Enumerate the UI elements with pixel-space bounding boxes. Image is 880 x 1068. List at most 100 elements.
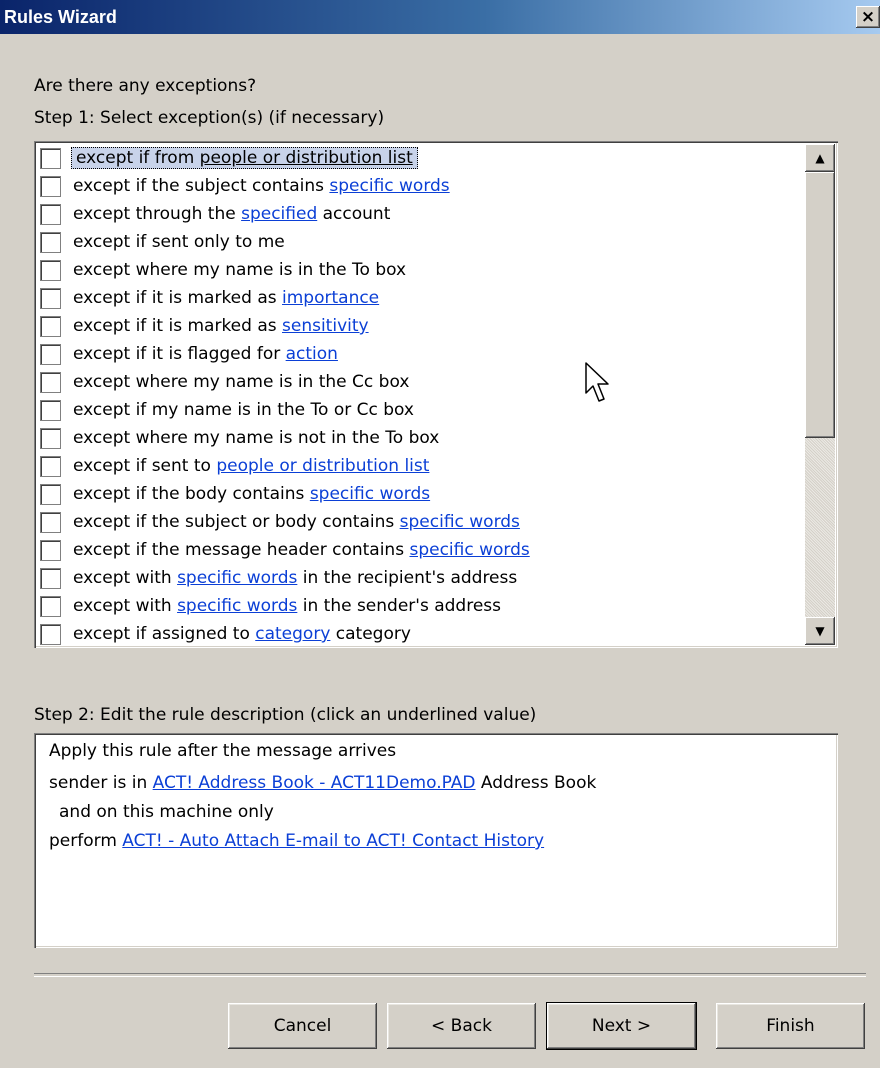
step2-label: Step 2: Edit the rule description (click… (34, 705, 537, 725)
exception-item[interactable]: except if assigned to category category (38, 620, 802, 648)
exceptions-list[interactable]: except if from people or distribution li… (34, 141, 838, 648)
exception-checkbox[interactable] (40, 315, 61, 337)
exception-item[interactable]: except with specific words in the sender… (38, 592, 802, 620)
exception-label: except if the subject contains specific … (73, 176, 450, 196)
exception-text: except if the subject contains (73, 176, 330, 196)
exception-label: except if from people or distribution li… (71, 147, 418, 169)
exception-text: except if sent to (73, 456, 217, 476)
exception-value-link[interactable]: specified (241, 204, 317, 224)
description-line-1: Apply this rule after the message arrive… (49, 741, 397, 761)
title-bar[interactable]: Rules Wizard × (0, 0, 880, 34)
exception-value-link[interactable]: specific words (177, 568, 297, 588)
description-line-2: sender is in ACT! Address Book - ACT11De… (49, 773, 596, 793)
exception-text: account (317, 204, 391, 224)
exception-item[interactable]: except if it is marked as sensitivity (38, 312, 802, 340)
exception-checkbox[interactable] (40, 427, 61, 449)
exception-label: except if sent to people or distribution… (73, 456, 429, 476)
exception-checkbox[interactable] (40, 455, 61, 477)
exception-item[interactable]: except if from people or distribution li… (38, 144, 802, 172)
exception-label: except with specific words in the recipi… (73, 568, 517, 588)
exception-checkbox[interactable] (40, 511, 61, 533)
description-address-book-text: Address Book (475, 773, 597, 793)
scroll-down-button[interactable]: ▼ (805, 617, 835, 645)
exception-checkbox[interactable] (40, 539, 61, 561)
address-book-link[interactable]: ACT! Address Book - ACT11Demo.PAD (153, 773, 476, 793)
exception-checkbox[interactable] (40, 203, 61, 225)
description-perform-text: perform (49, 831, 123, 851)
arrow-up-icon: ▲ (815, 151, 825, 165)
exception-item[interactable]: except if my name is in the To or Cc box (38, 396, 802, 424)
question-label: Are there any exceptions? (34, 76, 257, 96)
exception-checkbox[interactable] (40, 343, 61, 365)
scroll-up-button[interactable]: ▲ (805, 144, 835, 172)
finish-button[interactable]: Finish (716, 1003, 865, 1049)
exception-label: except if my name is in the To or Cc box (73, 400, 414, 420)
exception-item[interactable]: except if the subject or body contains s… (38, 508, 802, 536)
exception-label: except if it is marked as sensitivity (73, 316, 369, 336)
exception-text: in the sender's address (297, 596, 502, 616)
close-button[interactable]: × (856, 6, 880, 28)
exception-value-link[interactable]: people or distribution list (216, 456, 429, 476)
exception-checkbox[interactable] (40, 231, 61, 253)
scroll-thumb[interactable] (805, 172, 835, 438)
exception-item[interactable]: except if the body contains specific wor… (38, 480, 802, 508)
exception-text: category (330, 624, 411, 644)
button-separator (34, 973, 866, 977)
rule-description-box: Apply this rule after the message arrive… (34, 733, 838, 948)
action-link[interactable]: ACT! - Auto Attach E-mail to ACT! Contac… (122, 831, 544, 851)
exception-checkbox[interactable] (40, 259, 61, 281)
exception-checkbox[interactable] (40, 567, 61, 589)
exception-text: except with (73, 596, 178, 616)
exception-text: except if the message header contains (73, 540, 410, 560)
exception-item[interactable]: except where my name is in the Cc box (38, 368, 802, 396)
exception-text: except with (73, 568, 178, 588)
step1-label: Step 1: Select exception(s) (if necessar… (34, 108, 385, 128)
exception-checkbox[interactable] (40, 623, 61, 645)
exception-item[interactable]: except with specific words in the recipi… (38, 564, 802, 592)
exception-checkbox[interactable] (40, 287, 61, 309)
exception-label: except if the message header contains sp… (73, 540, 530, 560)
exception-item[interactable]: except if sent to people or distribution… (38, 452, 802, 480)
exception-label: except if assigned to category category (73, 624, 411, 644)
exception-item[interactable]: except where my name is not in the To bo… (38, 424, 802, 452)
exception-text: except if sent only to me (73, 232, 285, 252)
exception-value-link[interactable]: sensitivity (282, 316, 369, 336)
window-title: Rules Wizard (4, 6, 117, 27)
exception-item[interactable]: except where my name is in the To box (38, 256, 802, 284)
exception-value-link[interactable]: importance (282, 288, 379, 308)
exception-checkbox[interactable] (40, 595, 61, 617)
exception-text: except if the body contains (73, 484, 310, 504)
close-icon: × (860, 7, 876, 27)
exception-text: except if from (76, 148, 200, 168)
exception-value-link[interactable]: specific words (310, 484, 430, 504)
exception-text: except if assigned to (73, 624, 256, 644)
exception-label: except where my name is in the To box (73, 260, 406, 280)
exception-value-link[interactable]: specific words (177, 596, 297, 616)
exception-value-link[interactable]: specific words (400, 512, 520, 532)
exception-checkbox[interactable] (40, 147, 61, 169)
exception-item[interactable]: except if it is marked as importance (38, 284, 802, 312)
back-button[interactable]: < Back (387, 1003, 536, 1049)
exception-value-link[interactable]: specific words (329, 176, 449, 196)
exception-item[interactable]: except if the message header contains sp… (38, 536, 802, 564)
exception-checkbox[interactable] (40, 175, 61, 197)
exception-checkbox[interactable] (40, 483, 61, 505)
exception-label: except if the subject or body contains s… (73, 512, 520, 532)
exception-item[interactable]: except if it is flagged for action (38, 340, 802, 368)
exception-value-link[interactable]: people or distribution list (200, 148, 413, 168)
vertical-scrollbar[interactable]: ▲ ▼ (805, 144, 835, 645)
exception-item[interactable]: except if the subject contains specific … (38, 172, 802, 200)
description-line-4: perform ACT! - Auto Attach E-mail to ACT… (49, 831, 544, 851)
exception-checkbox[interactable] (40, 371, 61, 393)
cancel-button[interactable]: Cancel (228, 1003, 377, 1049)
exception-value-link[interactable]: category (255, 624, 330, 644)
exception-text: except where my name is in the To box (73, 260, 407, 280)
next-button[interactable]: Next > (546, 1002, 697, 1050)
exception-item[interactable]: except through the specified account (38, 200, 802, 228)
exception-item[interactable]: except if sent only to me (38, 228, 802, 256)
exception-checkbox[interactable] (40, 399, 61, 421)
exception-value-link[interactable]: specific words (409, 540, 529, 560)
arrow-down-icon: ▼ (815, 624, 825, 638)
exception-value-link[interactable]: action (286, 344, 338, 364)
exception-text: except where my name is not in the To bo… (73, 428, 440, 448)
